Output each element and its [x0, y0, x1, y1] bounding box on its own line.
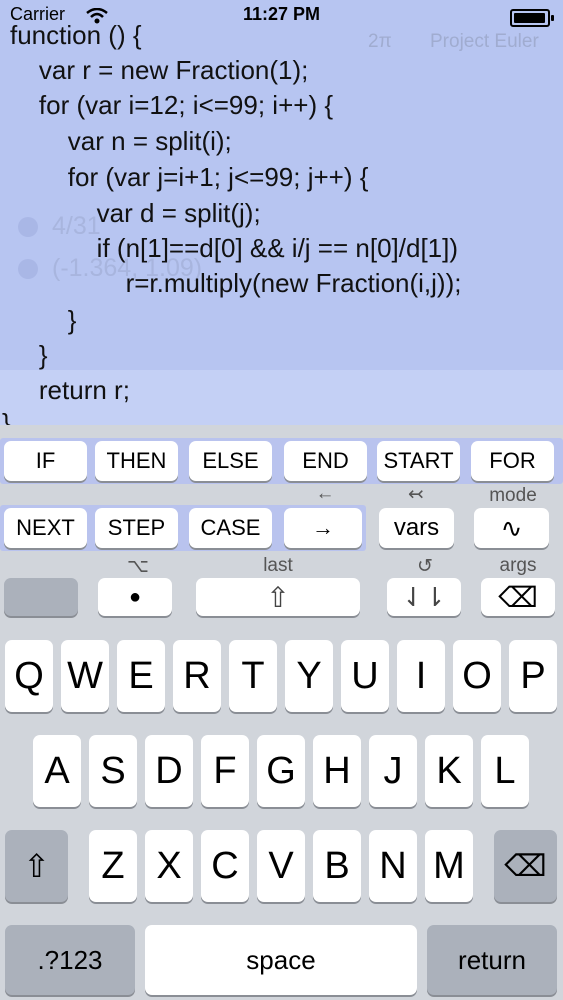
backspace-key[interactable]: ⌫ [481, 578, 555, 616]
undo-hint: ↺ [417, 556, 433, 577]
delete-icon: ⌫ [504, 849, 547, 883]
code-line: if (n[1]==d[0] && i/j == n[0]/d[1]) [10, 233, 459, 263]
key-k[interactable]: K [425, 735, 473, 807]
shift-key[interactable]: ⇧ [5, 830, 68, 902]
code-editor[interactable]: 4/31 (-1.364, 1.09) 2π Project Euler Car… [0, 0, 563, 425]
option-hint: ⌥ [127, 556, 149, 577]
shift-icon: ⇧ [23, 848, 50, 884]
key-w[interactable]: W [61, 640, 109, 712]
code-line: r=r.multiply(new Fraction(i,j)); [10, 268, 462, 298]
key-n[interactable]: N [369, 830, 417, 902]
key-f[interactable]: F [201, 735, 249, 807]
key-m[interactable]: M [425, 830, 473, 902]
key-v[interactable]: V [257, 830, 305, 902]
space-key[interactable]: space [145, 925, 417, 995]
key-r[interactable]: R [173, 640, 221, 712]
key-z[interactable]: Z [89, 830, 137, 902]
code-line: for (var j=i+1; j<=99; j++) { [10, 162, 369, 192]
code-line: for (var i=12; i<=99; i++) { [10, 90, 334, 120]
key-i[interactable]: I [397, 640, 445, 712]
if-key[interactable]: IF [4, 441, 87, 481]
code-line: var d = split(j); [10, 198, 261, 228]
next-key[interactable]: NEXT [4, 508, 87, 548]
code-line: function () { [10, 20, 142, 50]
return-key[interactable]: return [427, 925, 557, 995]
key-l[interactable]: L [481, 735, 529, 807]
end-key[interactable]: END [284, 441, 367, 481]
key-q[interactable]: Q [5, 640, 53, 712]
right-arrow-key[interactable]: → [284, 508, 362, 548]
last-hint: last [263, 555, 293, 576]
case-key[interactable]: CASE [189, 508, 272, 548]
dot-key[interactable]: ● [98, 578, 172, 616]
battery-icon [510, 9, 554, 27]
then-key[interactable]: THEN [95, 441, 178, 481]
key-j[interactable]: J [369, 735, 417, 807]
vars-key[interactable]: vars [379, 508, 454, 548]
key-e[interactable]: E [117, 640, 165, 712]
code-line: var n = split(i); [10, 126, 232, 156]
else-key[interactable]: ELSE [189, 441, 272, 481]
key-p[interactable]: P [509, 640, 557, 712]
code-line: } [10, 305, 77, 335]
key-t[interactable]: T [229, 640, 277, 712]
numbers-key[interactable]: .?123 [5, 925, 135, 995]
for-key[interactable]: FOR [471, 441, 554, 481]
two-pi-label: 2π [368, 31, 392, 52]
mode-key[interactable]: ∿ [474, 508, 549, 548]
key-x[interactable]: X [145, 830, 193, 902]
key-b[interactable]: B [313, 830, 361, 902]
key-g[interactable]: G [257, 735, 305, 807]
keyboard: IF THEN ELSE END START FOR NEXT STEP CAS… [0, 425, 563, 1000]
key-h[interactable]: H [313, 735, 361, 807]
delete-key[interactable]: ⌫ [494, 830, 557, 902]
page-title: Project Euler [430, 31, 539, 52]
mode-hint: mode [489, 485, 537, 506]
key-d[interactable]: D [145, 735, 193, 807]
step-key[interactable]: STEP [95, 508, 178, 548]
code-line: } [2, 408, 11, 425]
key-u[interactable]: U [341, 640, 389, 712]
down-arrows-key[interactable]: ⇃⇂ [387, 578, 461, 616]
up-arrow-key[interactable]: ⇧ [196, 578, 360, 616]
blank-key[interactable] [4, 578, 78, 616]
start-key[interactable]: START [377, 441, 460, 481]
key-o[interactable]: O [453, 640, 501, 712]
args-hint: args [499, 555, 537, 576]
key-y[interactable]: Y [285, 640, 333, 712]
code-line: return r; [10, 375, 130, 405]
key-a[interactable]: A [33, 735, 81, 807]
key-s[interactable]: S [89, 735, 137, 807]
code-line: var r = new Fraction(1); [10, 55, 309, 85]
vars-hint: ↢ [408, 484, 424, 505]
code-line: } [10, 340, 48, 370]
key-c[interactable]: C [201, 830, 249, 902]
left-arrow-hint: ← [315, 483, 335, 504]
